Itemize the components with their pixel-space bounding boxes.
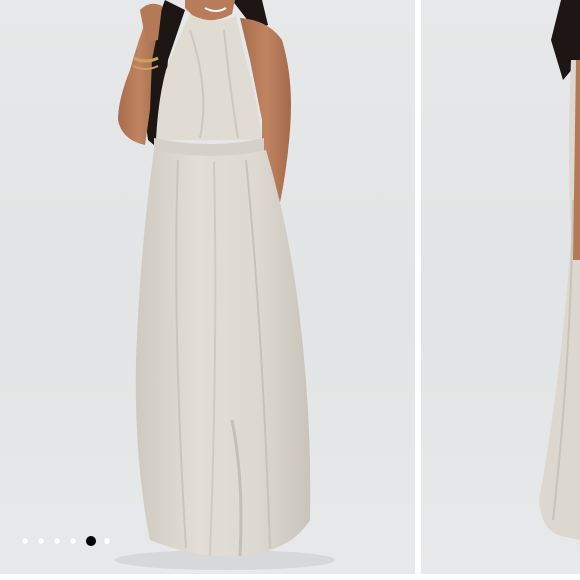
- gallery-pagination: [22, 535, 120, 547]
- product-photo-next: [539, 0, 580, 540]
- pagination-dot-6[interactable]: [104, 538, 110, 544]
- pagination-dot-4[interactable]: [70, 538, 76, 544]
- product-image-gallery[interactable]: [0, 0, 580, 580]
- pagination-dot-3[interactable]: [54, 538, 60, 544]
- pagination-dot-2[interactable]: [38, 538, 44, 544]
- gallery-slide-current[interactable]: [0, 0, 415, 574]
- product-photo: [115, 0, 335, 570]
- pagination-dot-5-active[interactable]: [86, 536, 96, 546]
- pagination-dot-1[interactable]: [22, 538, 28, 544]
- gallery-slide-next[interactable]: [421, 0, 580, 574]
